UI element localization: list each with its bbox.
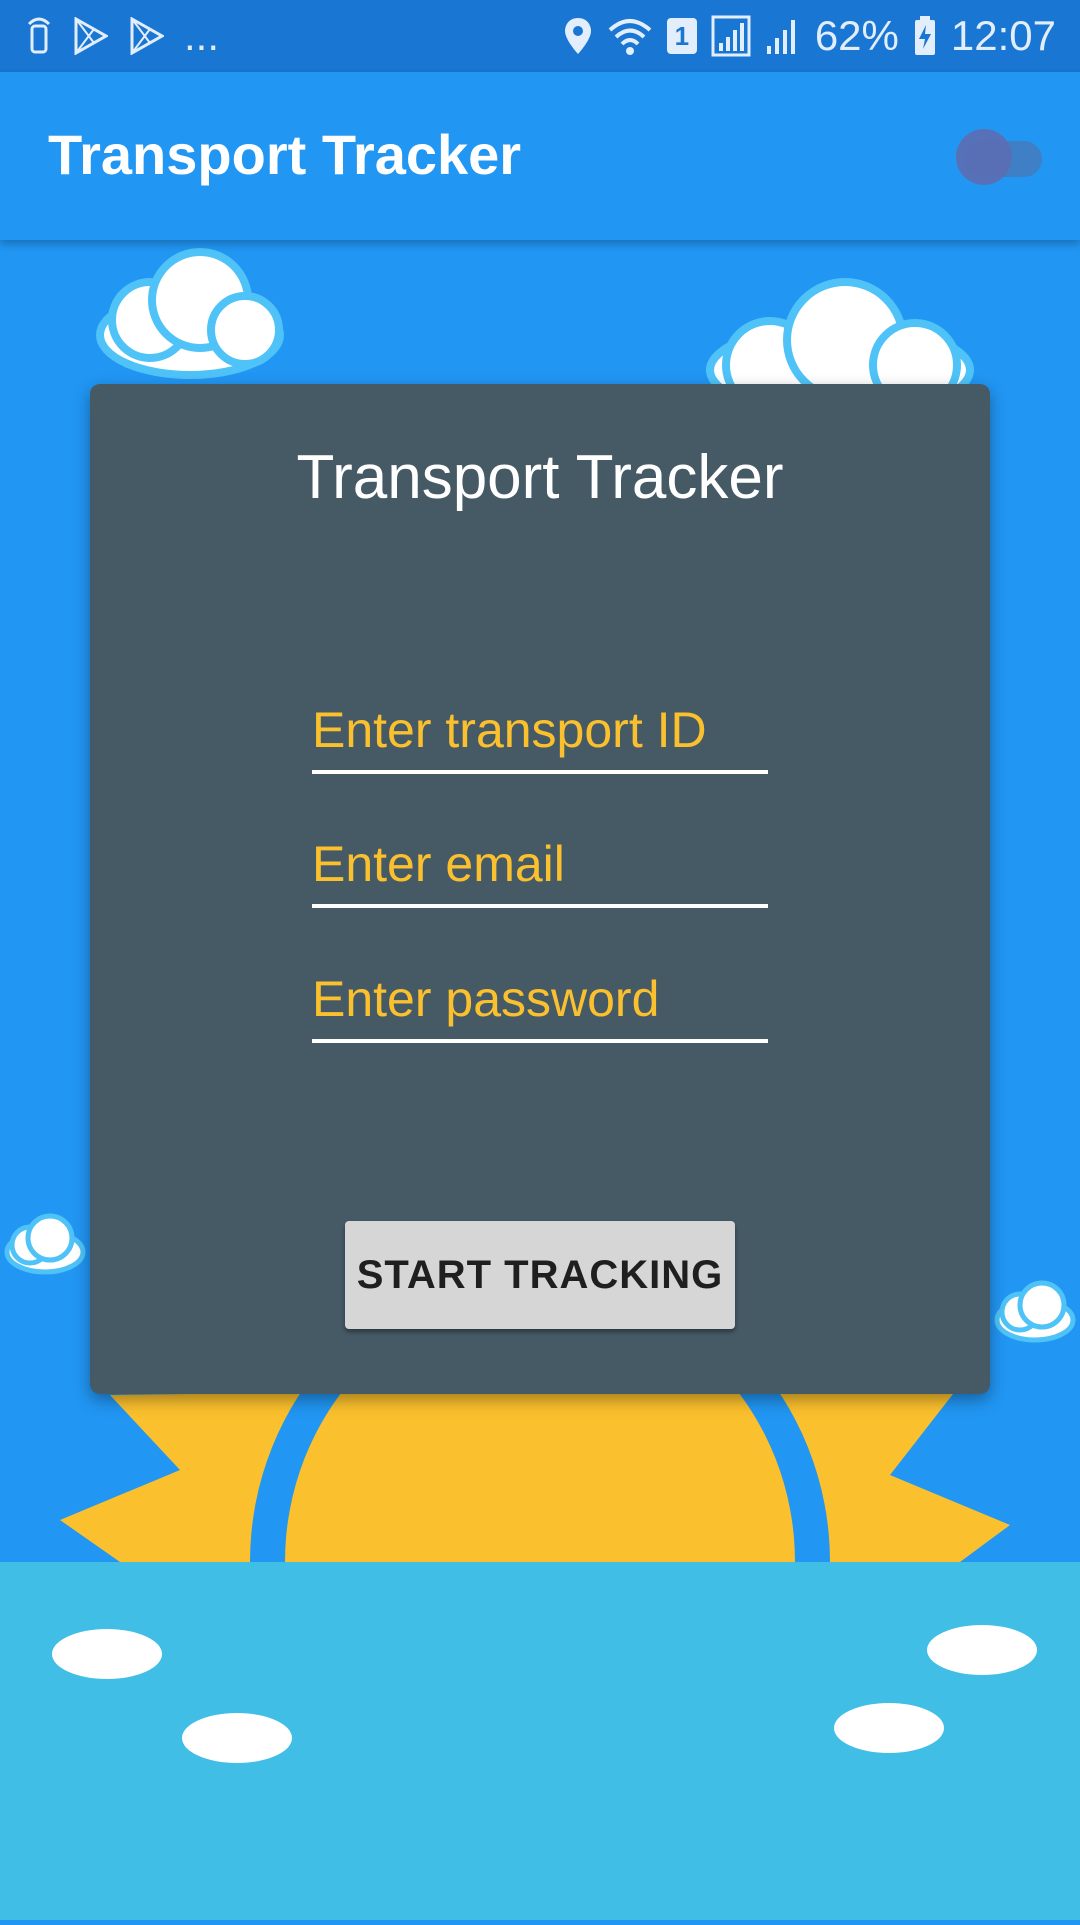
- transport-id-field: [312, 690, 768, 774]
- login-card: Transport Tracker START TRACKING: [90, 384, 990, 1394]
- email-input[interactable]: [312, 824, 768, 904]
- nfc-icon: [27, 17, 51, 54]
- signal-icon: [711, 15, 751, 57]
- sim-icon: 1: [666, 18, 697, 54]
- wifi-icon: [608, 19, 652, 55]
- clock: 12:07: [950, 12, 1056, 59]
- email-field: [312, 824, 768, 908]
- app-title: Transport Tracker: [48, 123, 522, 186]
- transport-id-input[interactable]: [312, 690, 768, 770]
- app-bar: Transport Tracker: [0, 72, 1080, 240]
- overflow-indicator: ...: [184, 12, 220, 59]
- toggle-thumb: [956, 129, 1012, 185]
- play-store-icon: [130, 17, 164, 55]
- password-input[interactable]: [312, 959, 768, 1039]
- sea-clouds: [52, 1625, 1037, 1763]
- battery-charging-icon: [914, 16, 935, 55]
- card-title: Transport Tracker: [296, 443, 784, 512]
- signal-icon: [766, 20, 795, 54]
- location-icon: [564, 18, 591, 54]
- battery-percent: 62%: [814, 12, 899, 59]
- status-bar: ... 1 62% 12:07: [0, 0, 1080, 72]
- sea: [0, 1562, 1080, 1920]
- start-tracking-button[interactable]: START TRACKING: [345, 1221, 735, 1329]
- password-field: [312, 959, 768, 1043]
- tracking-toggle[interactable]: [956, 124, 1046, 185]
- play-store-icon: [74, 17, 108, 55]
